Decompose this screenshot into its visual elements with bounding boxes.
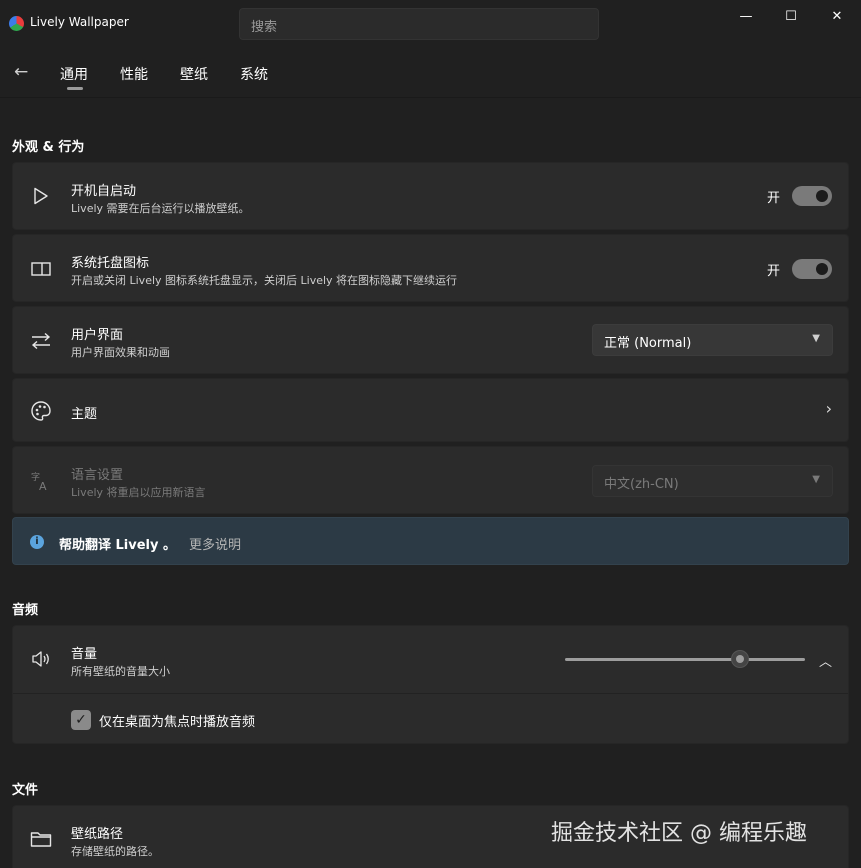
- divider: [13, 693, 848, 694]
- chevron-up-icon[interactable]: ︿: [819, 651, 832, 670]
- chevron-down-icon: ▼: [812, 333, 820, 344]
- setting-title: 系统托盘图标: [71, 256, 150, 271]
- app-logo-icon: [9, 16, 24, 31]
- startup-toggle[interactable]: [792, 186, 832, 206]
- focus-audio-checkbox[interactable]: ✓: [71, 710, 91, 730]
- section-title-appearance: 外观 & 行为: [12, 140, 85, 155]
- selected-tab-indicator: [67, 87, 83, 90]
- volume-slider-thumb[interactable]: [731, 650, 750, 668]
- setting-title: 音量: [71, 647, 98, 662]
- tab-wallpaper[interactable]: 壁纸: [180, 64, 208, 84]
- dropdown-value: 中文(zh-CN): [604, 477, 679, 492]
- play-icon: [30, 185, 52, 207]
- back-arrow-icon[interactable]: ←: [14, 62, 36, 84]
- setting-language: 字A 语言设置 Lively 将重启以应用新语言 中文(zh-CN) ▼: [12, 446, 849, 514]
- setting-theme[interactable]: 主题 ›: [12, 378, 849, 442]
- toggle-state-label: 开: [766, 191, 780, 206]
- ui-mode-dropdown[interactable]: 正常 (Normal) ▼: [592, 324, 833, 356]
- setting-tray-icon: 系统托盘图标 开启或关闭 Lively 图标系统托盘显示，关闭后 Lively …: [12, 234, 849, 302]
- tab-system[interactable]: 系统: [240, 64, 268, 84]
- setting-subtitle: 用户界面效果和动画: [71, 346, 170, 359]
- setting-user-interface: 用户界面 用户界面效果和动画 正常 (Normal) ▼: [12, 306, 849, 374]
- setting-subtitle: 存储壁纸的路径。: [71, 845, 159, 858]
- info-icon: i: [30, 535, 44, 549]
- setting-startup: 开机自启动 Lively 需要在后台运行以播放壁纸。 开: [12, 162, 849, 230]
- search-input[interactable]: 搜索: [239, 8, 599, 40]
- setting-title: 壁纸路径: [71, 827, 124, 842]
- toggle-knob: [816, 190, 828, 202]
- language-icon: 字A: [30, 470, 52, 492]
- checkbox-label: 仅在桌面为焦点时播放音频: [99, 715, 256, 730]
- setting-title: 主题: [71, 407, 98, 422]
- tab-performance[interactable]: 性能: [120, 64, 148, 84]
- tray-toggle[interactable]: [792, 259, 832, 279]
- palette-icon: [30, 400, 52, 422]
- setting-subtitle: Lively 将重启以应用新语言: [71, 486, 206, 499]
- more-info-link[interactable]: 更多说明: [189, 534, 241, 553]
- settings-content: 外观 & 行为 开机自启动 Lively 需要在后台运行以播放壁纸。 开 系统托…: [0, 98, 861, 868]
- setting-title: 用户界面: [71, 328, 124, 343]
- toggle-knob: [816, 263, 828, 275]
- top-navigation: ← 通用 性能 壁纸 系统: [0, 46, 861, 98]
- section-title-files: 文件: [12, 783, 39, 798]
- setting-subtitle: Lively 需要在后台运行以播放壁纸。: [71, 202, 250, 215]
- info-message: 帮助翻译 Lively 。: [59, 538, 177, 553]
- section-title-audio: 音频: [12, 603, 39, 618]
- setting-volume: 音量 所有壁纸的音量大小 ︿ ✓ 仅在桌面为焦点时播放音频: [12, 625, 849, 744]
- setting-title: 语言设置: [71, 468, 124, 483]
- speaker-icon: [30, 648, 52, 670]
- volume-slider-track[interactable]: [565, 658, 805, 661]
- title-bar: Lively Wallpaper 搜索 — ☐ ✕: [0, 0, 861, 46]
- app-title: Lively Wallpaper: [30, 15, 129, 29]
- dropdown-value: 正常 (Normal): [604, 336, 692, 351]
- swap-arrows-icon: [30, 330, 52, 352]
- panel-icon: [30, 258, 52, 280]
- setting-subtitle: 开启或关闭 Lively 图标系统托盘显示，关闭后 Lively 将在图标隐藏下…: [71, 274, 458, 287]
- svg-text:A: A: [39, 480, 47, 492]
- tab-general[interactable]: 通用: [60, 64, 88, 84]
- toggle-state-label: 开: [766, 264, 780, 279]
- language-dropdown: 中文(zh-CN) ▼: [592, 465, 833, 497]
- close-button[interactable]: ✕: [822, 6, 852, 28]
- translation-info-bar: i 帮助翻译 Lively 。 更多说明: [12, 517, 849, 565]
- watermark-text: 掘金技术社区 @ 编程乐趣: [551, 821, 807, 846]
- chevron-right-icon: ›: [825, 399, 832, 418]
- chevron-down-icon: ▼: [812, 474, 820, 485]
- setting-title: 开机自启动: [71, 184, 137, 199]
- setting-subtitle: 所有壁纸的音量大小: [71, 665, 170, 678]
- search-placeholder: 搜索: [251, 20, 278, 35]
- maximize-button[interactable]: ☐: [776, 6, 806, 28]
- minimize-button[interactable]: —: [731, 6, 761, 28]
- folder-icon: [30, 828, 52, 850]
